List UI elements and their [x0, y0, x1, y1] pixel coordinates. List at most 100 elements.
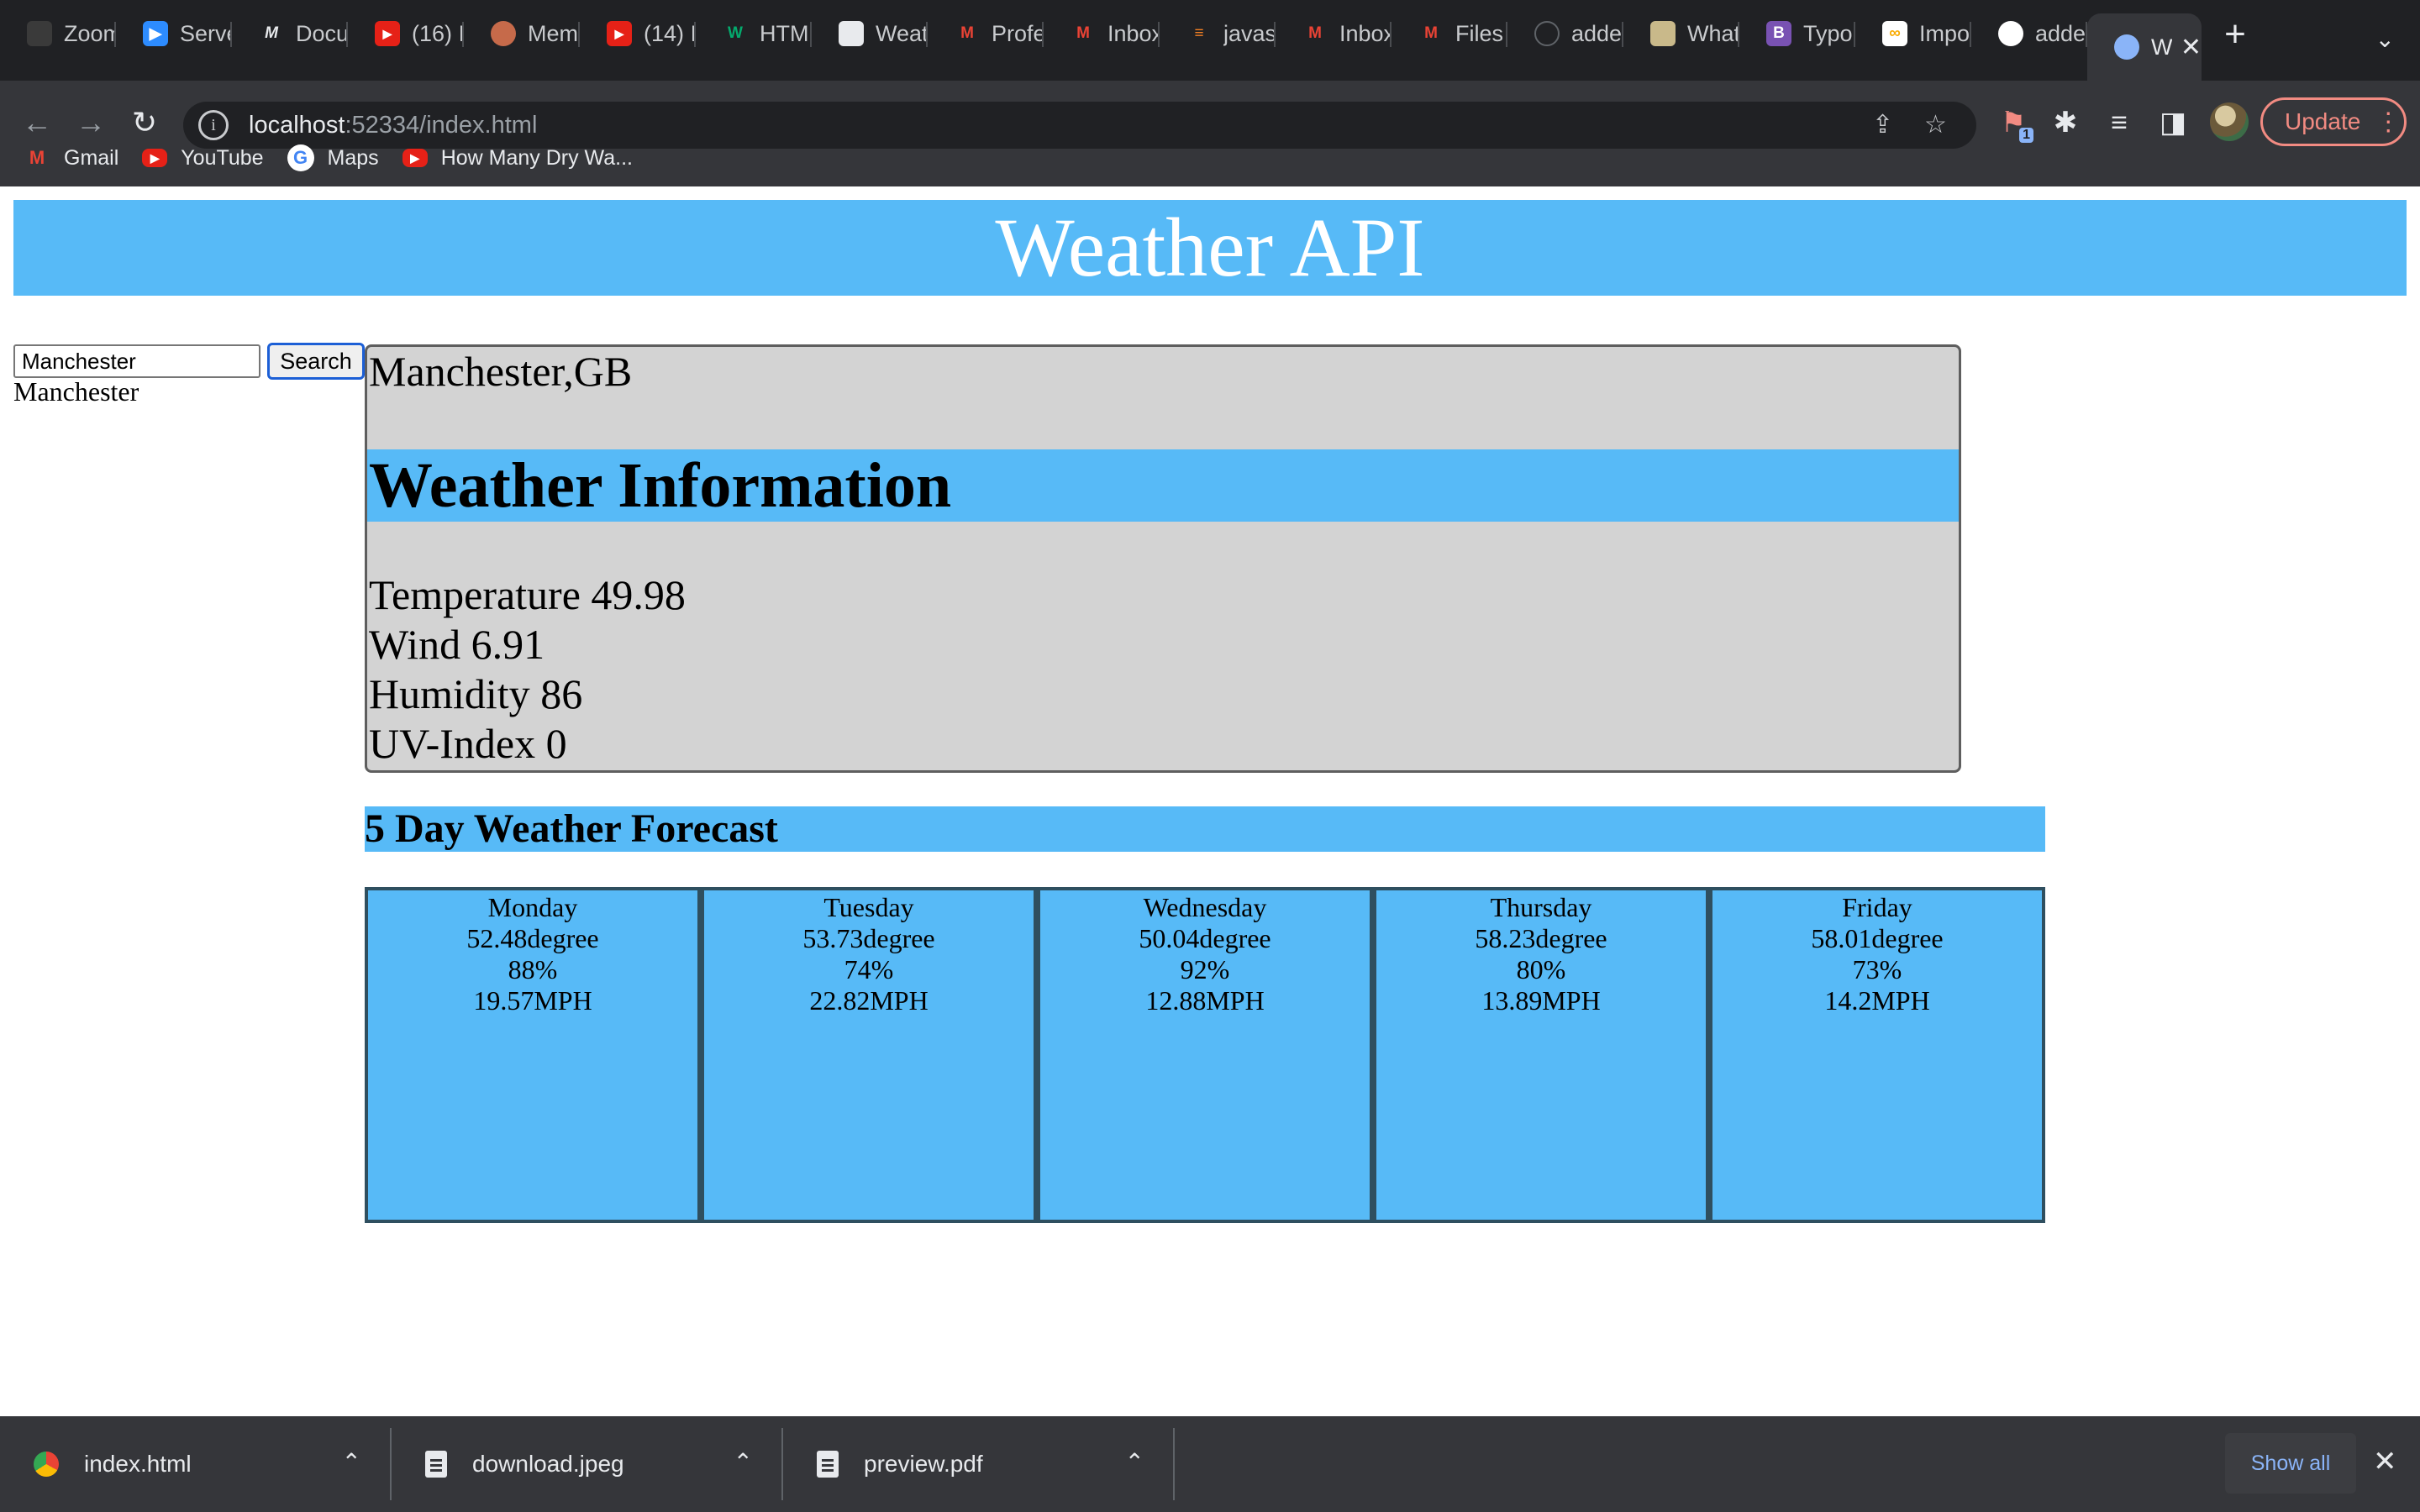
update-button[interactable]: Update ⋮ — [2260, 97, 2407, 146]
page-icon — [839, 21, 864, 46]
tab[interactable]: Mem — [464, 3, 580, 64]
forecast-day: Thursday — [1490, 892, 1592, 922]
gmail-icon: M — [1076, 24, 1090, 42]
tab-label: Serve — [180, 20, 232, 46]
metric-label: Wind — [369, 621, 461, 668]
download-shelf: index.html ⌃ download.jpeg ⌃ preview.pdf… — [0, 1416, 2420, 1512]
close-icon[interactable]: ✕ — [2373, 1445, 2397, 1478]
metric-value: 49.98 — [591, 571, 686, 618]
new-tab-button[interactable]: + — [2202, 13, 2269, 55]
tab-label: Inbox — [1339, 20, 1392, 46]
tab[interactable]: adde — [1507, 3, 1623, 64]
search-button[interactable]: Search — [267, 343, 365, 380]
side-panel-icon[interactable]: ◨ — [2149, 99, 2196, 146]
search-input[interactable] — [13, 344, 260, 378]
download-item[interactable]: index.html ⌃ — [0, 1416, 392, 1512]
google-icon: G — [287, 144, 314, 171]
bookmark-label: How Many Dry Wa... — [440, 145, 633, 170]
active-tab[interactable]: W ✕ — [2087, 13, 2202, 81]
tab[interactable]: ∞ Impo — [1855, 3, 1971, 64]
tab-label: Impo — [1919, 20, 1970, 46]
document-icon — [817, 1451, 839, 1478]
uv-index-row: UV-Index 0 — [369, 719, 567, 769]
download-name: download.jpeg — [472, 1451, 624, 1477]
share-icon[interactable]: ⇪ — [1872, 110, 1893, 139]
metric-label: Humidity — [369, 670, 530, 717]
avatar[interactable] — [2210, 102, 2249, 141]
tab[interactable]: ≡ javas — [1160, 3, 1276, 64]
chevron-up-icon[interactable]: ⌃ — [1125, 1448, 1144, 1476]
tab[interactable]: M Profe — [928, 3, 1044, 64]
metric-label: UV-Index — [369, 720, 536, 767]
bookmark-label: YouTube — [181, 145, 264, 170]
media-icon[interactable]: ≡ — [2096, 99, 2143, 146]
bootstrap-icon: B — [1766, 21, 1791, 46]
tab-label: Inbox — [1107, 20, 1160, 46]
temperature-row: Temperature 49.98 — [369, 570, 686, 620]
gmail-icon: M — [1308, 24, 1322, 42]
bookmark-gmail[interactable]: M Gmail — [24, 144, 118, 171]
search-history-item[interactable]: Manchester — [13, 376, 139, 407]
browser-toolbar: ← → ↻ i localhost:52334/index.html ⇪ ☆ ⚑… — [0, 81, 2420, 203]
tab[interactable]: M Inbox — [1044, 3, 1160, 64]
tab-label: Zoom — [64, 20, 116, 46]
tab-search-icon[interactable]: ⌄ — [2375, 25, 2395, 53]
star-icon[interactable]: ☆ — [1924, 110, 1947, 139]
tab[interactable]: B Typo — [1739, 3, 1855, 64]
w3schools-icon: W — [728, 24, 743, 42]
forecast-cards: Monday 52.48degree 88% 19.57MPH Tuesday … — [365, 887, 2045, 1223]
chevron-up-icon[interactable]: ⌃ — [734, 1448, 753, 1476]
gmail-icon: M — [960, 24, 974, 42]
site-info-icon[interactable]: i — [198, 110, 229, 140]
close-tab-icon[interactable]: ✕ — [2181, 33, 2202, 62]
tab[interactable]: ▶ Serve — [116, 3, 232, 64]
puzzle-icon[interactable]: ✱ — [2042, 99, 2089, 146]
forecast-card: Monday 52.48degree 88% 19.57MPH — [365, 887, 701, 1223]
tab[interactable]: Zoom — [0, 3, 116, 64]
forecast-wind: 22.82MPH — [809, 985, 929, 1016]
bookmark-maps[interactable]: G Maps — [287, 144, 379, 171]
tab-label: adde — [2035, 20, 2086, 46]
tab[interactable]: ▶ (16) I — [348, 3, 464, 64]
chrome-file-icon — [34, 1452, 59, 1477]
avatar-icon — [491, 21, 516, 46]
tab[interactable]: M Inbox — [1276, 3, 1392, 64]
bookmark-label: Gmail — [64, 145, 119, 170]
tab[interactable]: W HTML — [696, 3, 812, 64]
forecast-humidity: 74% — [844, 954, 894, 984]
tab[interactable]: M Files — [1392, 3, 1507, 64]
gmail-icon: M — [29, 147, 45, 168]
stackoverflow-icon: ≡ — [1194, 24, 1204, 42]
tab[interactable]: ▶ (14) I — [580, 3, 696, 64]
docs-m-icon: M — [265, 24, 278, 42]
tab[interactable]: What — [1623, 3, 1739, 64]
youtube-icon: ▶ — [142, 149, 168, 167]
forecast-day: Tuesday — [823, 892, 914, 922]
chevron-up-icon[interactable]: ⌃ — [342, 1448, 361, 1476]
download-item[interactable]: preview.pdf ⌃ — [783, 1416, 1175, 1512]
gmail-icon: M — [1424, 24, 1438, 42]
metric-value: 86 — [540, 670, 583, 717]
tab-label: (14) I — [644, 20, 696, 46]
download-name: preview.pdf — [864, 1451, 983, 1477]
tab[interactable]: M Docu — [232, 3, 348, 64]
tab[interactable]: Weat — [812, 3, 928, 64]
show-all-button[interactable]: Show all — [2225, 1433, 2356, 1494]
weather-page-icon — [2114, 34, 2139, 60]
forecast-card: Tuesday 53.73degree 74% 22.82MPH — [701, 887, 1037, 1223]
metric-label: Temperature — [369, 571, 581, 618]
bookmark-video[interactable]: ▶ How Many Dry Wa... — [402, 146, 633, 171]
extension-icon[interactable]: ⚑ 1 — [1990, 99, 2037, 146]
tab[interactable]: adde — [1971, 3, 2087, 64]
download-item[interactable]: download.jpeg ⌃ — [392, 1416, 783, 1512]
metric-value: 0 — [545, 720, 567, 767]
forecast-heading: 5 Day Weather Forecast — [365, 806, 2045, 852]
url-path: :52334/index.html — [345, 111, 538, 139]
forecast-humidity: 80% — [1516, 954, 1566, 984]
tab-label: Weat — [876, 20, 928, 46]
forecast-card: Thursday 58.23degree 80% 13.89MPH — [1373, 887, 1709, 1223]
tab-strip: Zoom ▶ Serve M Docu ▶ (16) I Mem ▶ (14) … — [0, 0, 2420, 81]
github-icon — [1534, 21, 1560, 46]
bookmark-youtube[interactable]: ▶ YouTube — [142, 145, 264, 171]
colab-icon: ∞ — [1882, 21, 1907, 46]
